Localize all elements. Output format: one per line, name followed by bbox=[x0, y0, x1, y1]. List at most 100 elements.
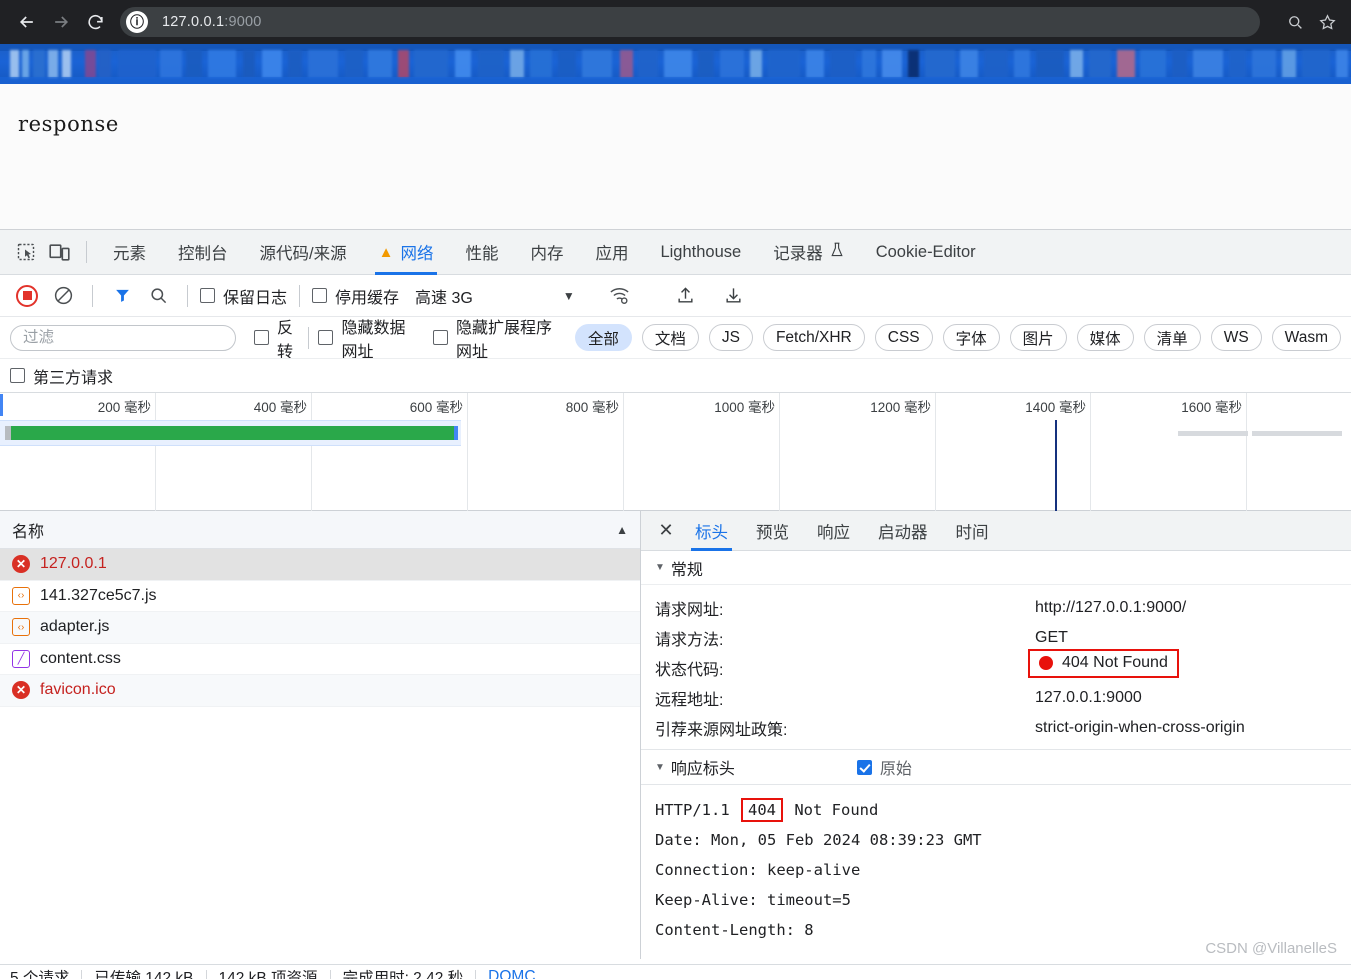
status-line-prefix: HTTP/1.1 bbox=[655, 801, 739, 819]
pill-label: 清单 bbox=[1156, 330, 1188, 348]
timeline-tick-label: 1200 毫秒 bbox=[870, 400, 931, 415]
import-har-icon[interactable] bbox=[669, 279, 703, 313]
record-stop-icon[interactable] bbox=[10, 279, 44, 313]
type-pill-all[interactable]: 全部 bbox=[574, 324, 632, 351]
hide-extension-urls-checkbox[interactable]: 隐藏扩展程序网址 bbox=[432, 317, 553, 358]
status-code-value: 404 Not Found bbox=[1062, 654, 1168, 671]
status-requests-count: 5 个请求 bbox=[10, 969, 70, 979]
table-row[interactable]: ✕ favicon.ico bbox=[0, 675, 640, 707]
type-pill-media[interactable]: 媒体 bbox=[1076, 324, 1134, 351]
third-party-checkbox[interactable]: 第三方请求 bbox=[10, 364, 113, 388]
tab-lighthouse[interactable]: Lighthouse bbox=[644, 230, 757, 275]
tab-label: 记录器 bbox=[773, 245, 823, 263]
checkbox-box[interactable] bbox=[200, 288, 215, 303]
tab-sources[interactable]: 源代码/来源 bbox=[244, 230, 363, 275]
tab-label: Cookie-Editor bbox=[875, 242, 976, 261]
tab-network[interactable]: ▲ 网络 bbox=[363, 230, 450, 275]
star-icon[interactable] bbox=[1318, 13, 1337, 32]
clear-network-icon[interactable] bbox=[46, 279, 80, 313]
table-row[interactable]: ✕ 127.0.0.1 bbox=[0, 549, 640, 581]
tab-application[interactable]: 应用 bbox=[579, 230, 644, 275]
type-pill-css[interactable]: CSS bbox=[874, 324, 933, 351]
close-icon[interactable]: ✕ bbox=[651, 520, 681, 541]
disable-cache-checkbox[interactable]: 停用缓存 bbox=[312, 284, 399, 308]
tab-label: 网络 bbox=[400, 245, 434, 263]
chevron-down-icon[interactable]: ▼ bbox=[563, 289, 575, 303]
checkbox-box[interactable] bbox=[312, 288, 328, 303]
raw-label: 原始 bbox=[879, 761, 912, 778]
tab-elements[interactable]: 元素 bbox=[97, 230, 162, 275]
general-section-header[interactable]: ▼ 常规 bbox=[641, 551, 1351, 585]
disable-cache-label: 停用缓存 bbox=[335, 289, 400, 307]
requests-column-header[interactable]: 名称 ▲ bbox=[0, 511, 640, 549]
status-code-highlight: 404 bbox=[741, 798, 783, 822]
browser-actions bbox=[1286, 13, 1341, 32]
tab-label: 性能 bbox=[465, 245, 499, 263]
response-headers-title: 响应标头 bbox=[670, 761, 735, 778]
triangle-down-icon[interactable]: ▼ bbox=[655, 562, 665, 573]
checkbox-box[interactable] bbox=[856, 759, 872, 775]
checkbox-box[interactable] bbox=[254, 330, 269, 345]
response-headers-section-header[interactable]: ▼ 响应标头 原始 bbox=[641, 749, 1351, 785]
type-pill-doc[interactable]: 文档 bbox=[641, 324, 699, 351]
status-transferred: 已传输 142 kB bbox=[94, 969, 194, 979]
status-divider bbox=[205, 969, 207, 979]
table-row[interactable]: ‹› 141.327ce5c7.js bbox=[0, 581, 640, 612]
inspect-element-icon[interactable] bbox=[8, 235, 42, 269]
tab-response[interactable]: 响应 bbox=[803, 511, 864, 551]
forward-button[interactable] bbox=[44, 5, 78, 39]
tab-preview[interactable]: 预览 bbox=[742, 511, 803, 551]
checkbox-box[interactable] bbox=[432, 330, 448, 345]
app-root: ⓘ 127.0.0.1:9000 response 元素 控制台 源代码/来源 … bbox=[0, 0, 1351, 979]
tab-recorder[interactable]: 记录器 bbox=[757, 230, 860, 275]
sort-ascending-icon[interactable]: ▲ bbox=[616, 523, 628, 537]
type-pill-fetch-xhr[interactable]: Fetch/XHR bbox=[762, 324, 865, 351]
type-pill-font[interactable]: 字体 bbox=[942, 324, 1000, 351]
pill-label: 字体 bbox=[955, 330, 987, 348]
tab-headers[interactable]: 标头 bbox=[681, 511, 742, 551]
filter-input[interactable] bbox=[10, 324, 236, 351]
type-pill-wasm[interactable]: Wasm bbox=[1271, 324, 1341, 351]
tab-performance[interactable]: 性能 bbox=[449, 230, 514, 275]
reload-button[interactable] bbox=[78, 5, 112, 39]
js-file-icon: ‹› bbox=[12, 586, 30, 605]
type-pill-manifest[interactable]: 清单 bbox=[1143, 324, 1201, 351]
checkbox-box[interactable] bbox=[318, 330, 334, 345]
tab-console[interactable]: 控制台 bbox=[162, 230, 244, 275]
third-party-label: 第三方请求 bbox=[33, 369, 114, 387]
tab-cookie-editor[interactable]: Cookie-Editor bbox=[860, 230, 992, 275]
tab-timing[interactable]: 时间 bbox=[942, 511, 1003, 551]
throttle-select-value[interactable]: 高速 3G bbox=[415, 284, 473, 308]
raw-headers-checkbox[interactable]: 原始 bbox=[856, 755, 912, 779]
checkbox-box[interactable] bbox=[10, 368, 25, 383]
invert-checkbox[interactable]: 反转 bbox=[254, 317, 298, 359]
network-timeline-overview[interactable]: 200 毫秒 400 毫秒 600 毫秒 800 毫秒 1000 毫秒 1200… bbox=[0, 393, 1351, 511]
address-bar[interactable]: ⓘ 127.0.0.1:9000 bbox=[120, 7, 1260, 37]
zoom-search-icon[interactable] bbox=[1286, 13, 1304, 31]
table-row[interactable]: ╱ content.css bbox=[0, 644, 640, 675]
hide-data-urls-checkbox[interactable]: 隐藏数据网址 bbox=[318, 317, 412, 358]
search-icon[interactable] bbox=[141, 279, 175, 313]
status-resources: 142 kB 项资源 bbox=[218, 969, 318, 979]
network-conditions-icon[interactable] bbox=[603, 279, 637, 313]
back-button[interactable] bbox=[10, 5, 44, 39]
filter-funnel-icon[interactable] bbox=[105, 279, 139, 313]
watermark: CSDN @VillanelleS bbox=[1205, 940, 1337, 957]
request-name: 141.327ce5c7.js bbox=[40, 586, 157, 604]
triangle-down-icon[interactable]: ▼ bbox=[655, 762, 665, 773]
preserve-log-checkbox[interactable]: 保留日志 bbox=[200, 284, 287, 308]
address-bar-url: 127.0.0.1:9000 bbox=[162, 14, 262, 30]
type-pill-js[interactable]: JS bbox=[708, 324, 753, 351]
info-circle-icon[interactable]: ⓘ bbox=[126, 11, 148, 33]
device-toolbar-icon[interactable] bbox=[42, 235, 76, 269]
table-row[interactable]: ‹› adapter.js bbox=[0, 612, 640, 644]
invert-label: 反转 bbox=[277, 319, 294, 359]
row-key: 请求网址: bbox=[655, 602, 724, 619]
toolbar-divider bbox=[92, 284, 93, 307]
type-pill-ws[interactable]: WS bbox=[1210, 324, 1262, 351]
tab-memory[interactable]: 内存 bbox=[514, 230, 579, 275]
tab-initiator[interactable]: 启动器 bbox=[864, 511, 942, 551]
type-pill-img[interactable]: 图片 bbox=[1009, 324, 1067, 351]
tab-label: 标头 bbox=[695, 523, 728, 542]
export-har-icon[interactable] bbox=[717, 279, 751, 313]
